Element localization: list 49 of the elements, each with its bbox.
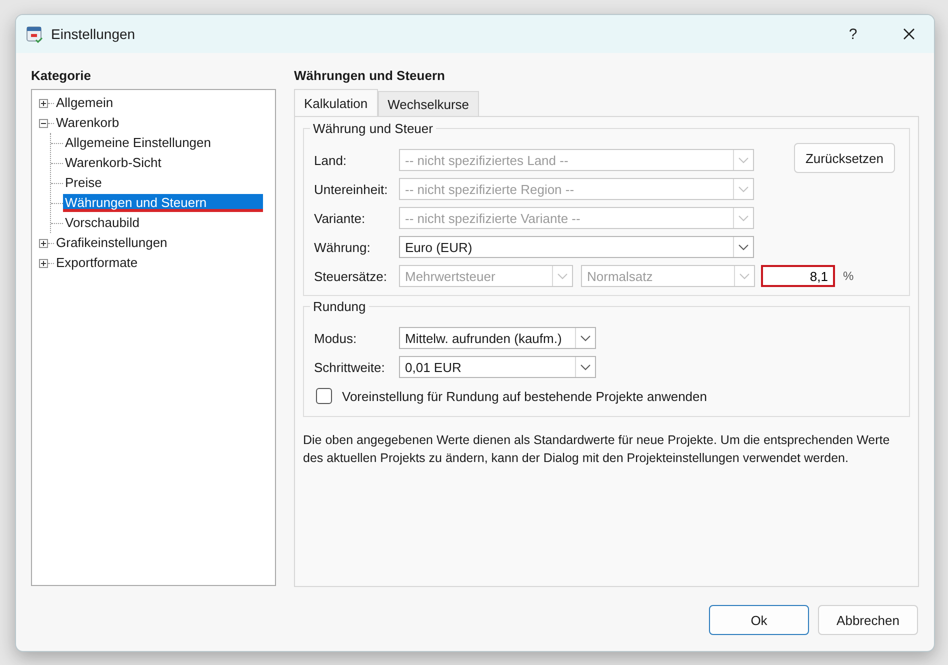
dropdown[interactable]: Mittelw. aufrunden (kaufm.) (399, 327, 596, 349)
info-text: Die oben angegebenen Werte dienen als Standardwerte für neue Projekte. Um die entsprechenden Werte des aktuellen Projekts zu ändern, kann der Dialog mit den Projekteinstellungen verwendet werden. (303, 432, 891, 467)
field-label: Untereinheit: (314, 182, 389, 196)
window-title: Einstellungen (51, 26, 136, 42)
caret-icon (738, 156, 749, 164)
caret-icon (580, 334, 591, 342)
unit-label: % (843, 269, 854, 283)
tree-item[interactable]: Warenkorb (54, 114, 122, 132)
tree-item[interactable]: Währungen und Steuern (63, 194, 263, 212)
input-field[interactable]: 8,1 (761, 265, 835, 287)
expand-icon[interactable] (39, 238, 48, 248)
ok-button[interactable]: Ok (709, 605, 809, 635)
tab[interactable]: Kalkulation (294, 89, 378, 116)
tree-item[interactable]: Exportformate (54, 254, 140, 272)
help-button[interactable]: ? (828, 15, 878, 53)
group-label: Währung und Steuer (310, 121, 436, 136)
section-heading: Währungen und Steuern (294, 67, 446, 85)
caret-icon (738, 214, 749, 222)
caret-icon (557, 272, 568, 280)
tab[interactable]: Wechselkurse (378, 91, 480, 116)
caret-icon (738, 186, 749, 192)
expand-icon[interactable] (39, 98, 48, 108)
caret-icon (739, 272, 750, 280)
tree-item[interactable]: Warenkorb-Sicht (63, 154, 164, 172)
field-label: Variante: (314, 210, 366, 226)
expand-icon[interactable] (39, 258, 48, 268)
checkbox-label: Voreinstellung für Rundung auf bestehende Projekte anwenden (342, 388, 707, 404)
tree-item[interactable]: Grafikeinstellungen (54, 234, 170, 252)
checkbox[interactable] (316, 388, 332, 404)
cancel-button[interactable]: Abbrechen (818, 605, 918, 635)
app-icon (25, 25, 43, 43)
field-label: Schrittweite: (314, 360, 386, 374)
caret-icon (738, 244, 749, 250)
tree-item[interactable]: Preise (63, 174, 104, 192)
caret-icon (580, 364, 591, 370)
tree-item[interactable]: Allgemein (54, 94, 116, 112)
tree-item[interactable]: Allgemeine Einstellungen (63, 134, 213, 152)
field-label: Steuersätze: (314, 268, 388, 284)
close-icon (903, 28, 915, 40)
collapse-icon[interactable] (39, 118, 48, 128)
group-label: Rundung (310, 299, 369, 314)
field-label: Modus: (314, 330, 358, 346)
dropdown[interactable]: Euro (EUR) (399, 236, 754, 258)
field-label: Land: (314, 152, 348, 168)
field-label: Währung: (314, 240, 372, 254)
reset-button[interactable]: Zurücksetzen (794, 143, 895, 173)
section-heading: Kategorie (31, 67, 92, 85)
dropdown[interactable]: 0,01 EUR (399, 356, 596, 378)
tree-item[interactable]: Vorschaubild (63, 214, 142, 232)
